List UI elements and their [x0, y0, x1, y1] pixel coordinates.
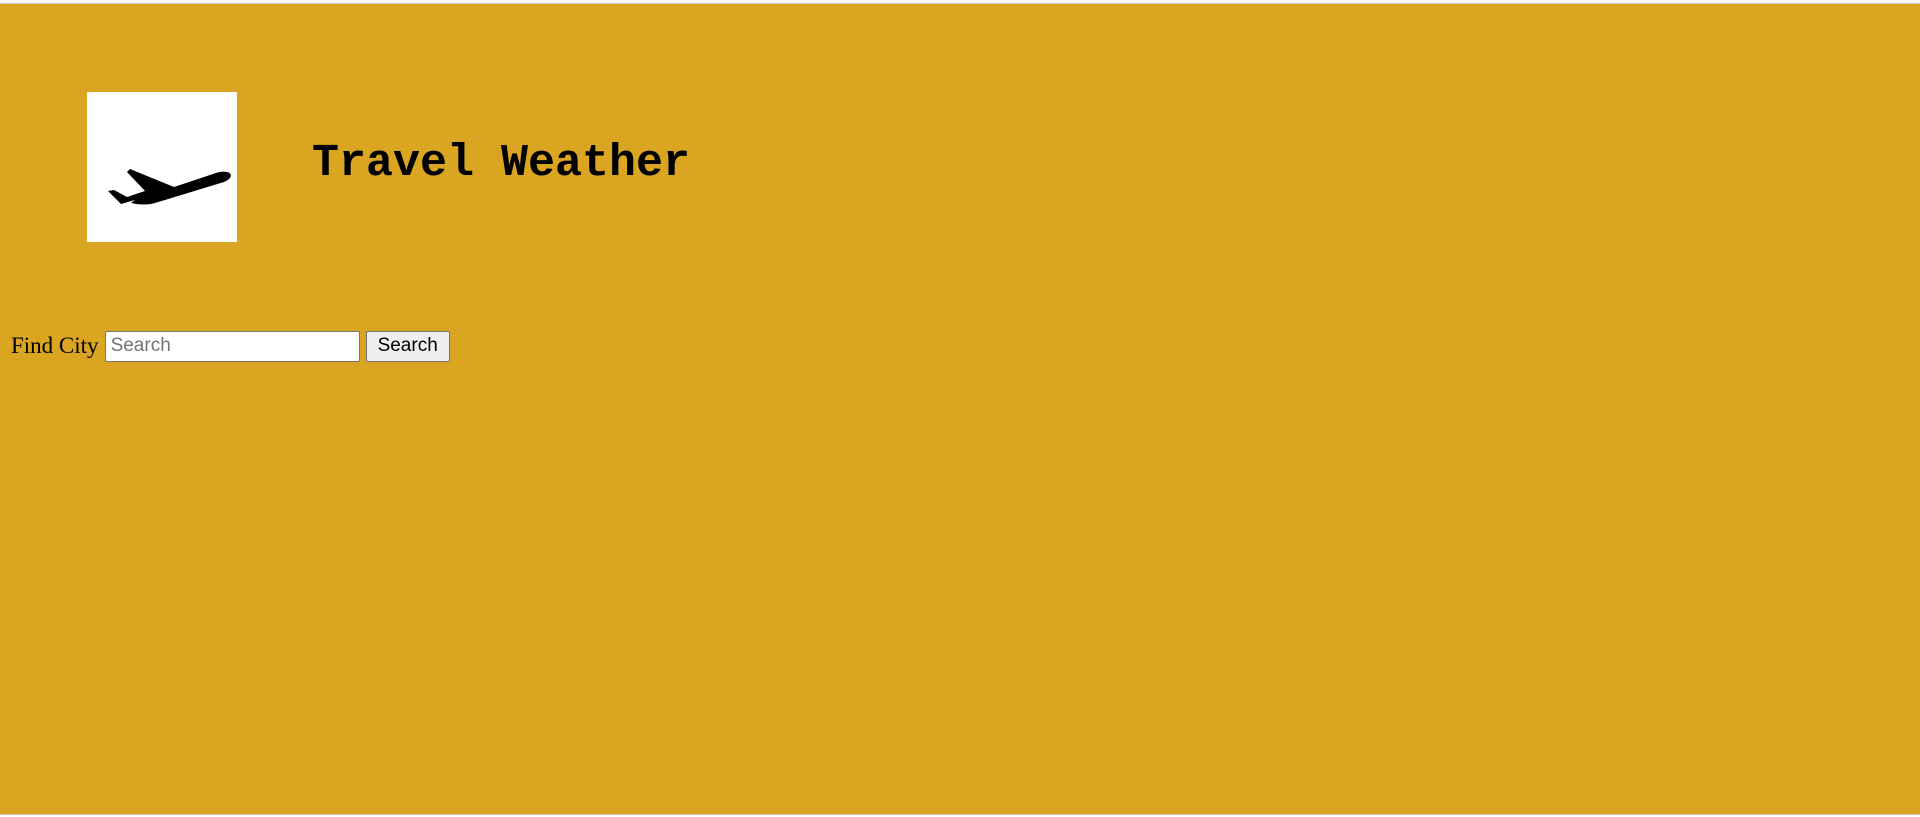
- find-city-label: Find City: [11, 333, 99, 358]
- search-button[interactable]: Search: [365, 330, 450, 362]
- city-search-form: Find City Search: [11, 329, 450, 363]
- city-search-input[interactable]: [104, 330, 360, 362]
- page-title: Travel Weather: [312, 138, 691, 189]
- airplane-takeoff-icon: [108, 169, 231, 205]
- page-background: Travel Weather Find City Search: [0, 3, 1920, 815]
- logo: [87, 92, 237, 242]
